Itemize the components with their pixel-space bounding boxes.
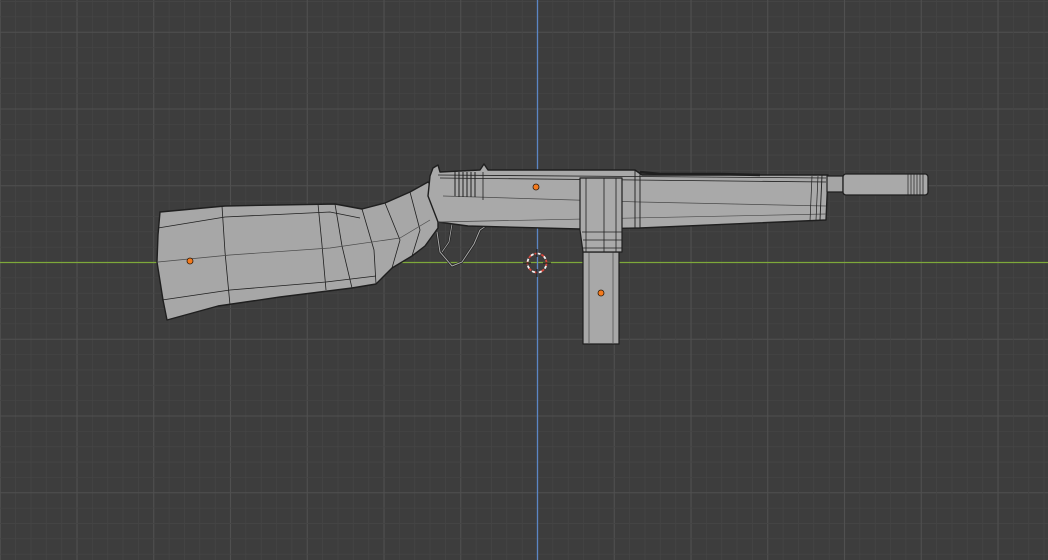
viewport-canvas[interactable] xyxy=(0,0,1048,560)
3d-viewport[interactable] xyxy=(0,0,1048,560)
object-origin-icon[interactable] xyxy=(532,183,540,191)
object-origin-icon[interactable] xyxy=(186,257,194,265)
muzzle-object[interactable] xyxy=(826,173,929,196)
object-origin-icon[interactable] xyxy=(597,289,605,297)
magazine-well[interactable] xyxy=(579,177,623,253)
magazine-object[interactable] xyxy=(582,251,620,345)
